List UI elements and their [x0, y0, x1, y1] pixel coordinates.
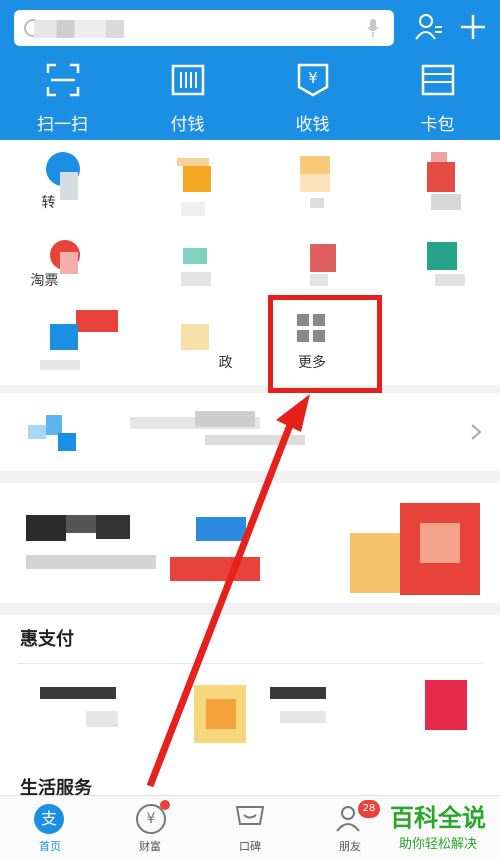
- friends-badge: 28: [358, 800, 380, 818]
- tab-friends-label: 朋友: [339, 840, 361, 853]
- alipay-home-icon: 支: [34, 804, 64, 834]
- tab-home-label: 首页: [39, 840, 61, 853]
- tab-koubei-label: 口碑: [239, 840, 261, 853]
- notification-dot: [160, 800, 170, 810]
- tab-koubei[interactable]: 口碑: [200, 796, 300, 859]
- tab-wealth-label: 财富: [139, 840, 161, 853]
- tab-wealth[interactable]: ¥ 财富: [100, 796, 200, 859]
- watermark-title: 百科全说: [390, 804, 486, 832]
- annotation-arrow: [146, 394, 310, 788]
- koubei-icon: [235, 806, 265, 825]
- tab-home[interactable]: 支 首页: [0, 796, 100, 859]
- tab-friends[interactable]: 28 朋友: [300, 796, 400, 859]
- watermark-subtitle: 助你轻松解决: [398, 837, 477, 852]
- watermark: 百科全说 助你轻松解决: [390, 798, 486, 852]
